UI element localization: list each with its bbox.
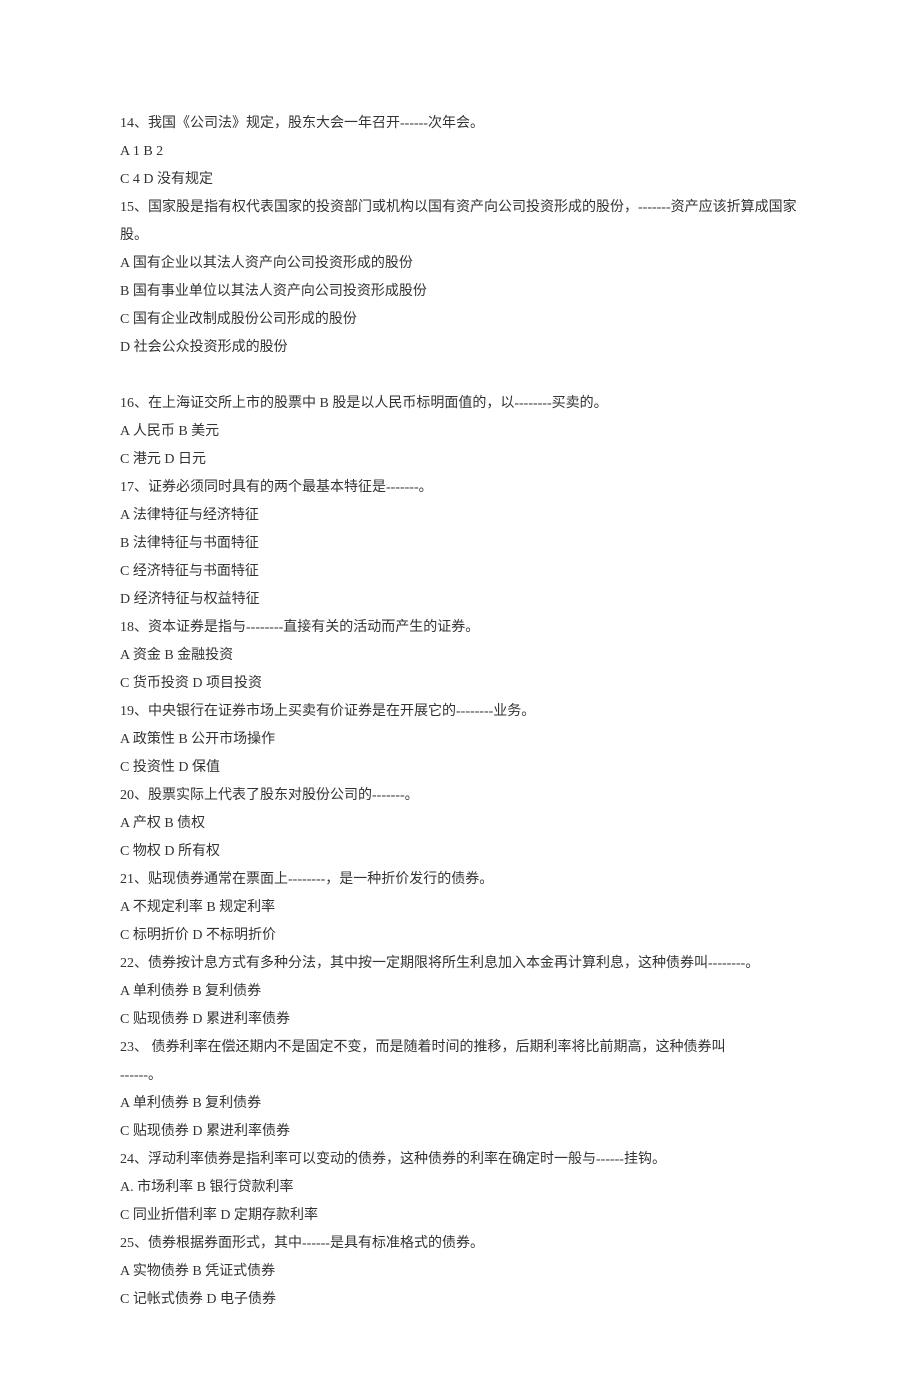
question-15: 15、国家股是指有权代表国家的投资部门或机构以国有资产向公司投资形成的股份，--… <box>120 194 800 362</box>
document-body: 14、我国《公司法》规定，股东大会一年召开------次年会。A 1 B 2C … <box>120 110 800 1314</box>
option-line: C 国有企业改制成股份公司形成的股份 <box>120 306 800 334</box>
option-line: C 货币投资 D 项目投资 <box>120 670 800 698</box>
question-19: 19、中央银行在证券市场上买卖有价证券是在开展它的--------业务。A 政策… <box>120 698 800 782</box>
question-21: 21、贴现债券通常在票面上--------，是一种折价发行的债券。A 不规定利率… <box>120 866 800 950</box>
question-25: 25、债券根据券面形式，其中------是具有标准格式的债券。A 实物债券 B … <box>120 1230 800 1314</box>
question-22: 22、债券按计息方式有多种分法，其中按一定期限将所生利息加入本金再计算利息，这种… <box>120 950 800 1034</box>
option-line: C 贴现债券 D 累进利率债券 <box>120 1006 800 1034</box>
question-16: 16、在上海证交所上市的股票中 B 股是以人民币标明面值的，以--------买… <box>120 390 800 474</box>
question-text: 14、我国《公司法》规定，股东大会一年召开------次年会。 <box>120 110 800 138</box>
question-text: 17、证券必须同时具有的两个最基本特征是-------。 <box>120 474 800 502</box>
blank-line <box>120 362 800 390</box>
option-line: ------。 <box>120 1062 800 1090</box>
question-23: 23、 债券利率在偿还期内不是固定不变，而是随着时间的推移，后期利率将比前期高，… <box>120 1034 800 1146</box>
option-line: A 资金 B 金融投资 <box>120 642 800 670</box>
option-line: A 实物债券 B 凭证式债券 <box>120 1258 800 1286</box>
question-text: 16、在上海证交所上市的股票中 B 股是以人民币标明面值的，以--------买… <box>120 390 800 418</box>
option-line: A 单利债券 B 复利债券 <box>120 1090 800 1118</box>
question-14: 14、我国《公司法》规定，股东大会一年召开------次年会。A 1 B 2C … <box>120 110 800 194</box>
option-line: A 产权 B 债权 <box>120 810 800 838</box>
option-line: B 法律特征与书面特征 <box>120 530 800 558</box>
question-text: 19、中央银行在证券市场上买卖有价证券是在开展它的--------业务。 <box>120 698 800 726</box>
option-line: C 同业折借利率 D 定期存款利率 <box>120 1202 800 1230</box>
option-line: B 国有事业单位以其法人资产向公司投资形成股份 <box>120 278 800 306</box>
option-line: A 政策性 B 公开市场操作 <box>120 726 800 754</box>
question-text: 21、贴现债券通常在票面上--------，是一种折价发行的债券。 <box>120 866 800 894</box>
question-text: 15、国家股是指有权代表国家的投资部门或机构以国有资产向公司投资形成的股份，--… <box>120 194 800 250</box>
question-18: 18、资本证券是指与--------直接有关的活动而产生的证券。A 资金 B 金… <box>120 614 800 698</box>
question-text: 24、浮动利率债券是指利率可以变动的债券，这种债券的利率在确定时一般与-----… <box>120 1146 800 1174</box>
option-line: C 港元 D 日元 <box>120 446 800 474</box>
option-line: A 不规定利率 B 规定利率 <box>120 894 800 922</box>
question-20: 20、股票实际上代表了股东对股份公司的-------。A 产权 B 债权C 物权… <box>120 782 800 866</box>
question-text: 25、债券根据券面形式，其中------是具有标准格式的债券。 <box>120 1230 800 1258</box>
question-24: 24、浮动利率债券是指利率可以变动的债券，这种债券的利率在确定时一般与-----… <box>120 1146 800 1230</box>
option-line: A 1 B 2 <box>120 138 800 166</box>
option-line: A 人民币 B 美元 <box>120 418 800 446</box>
option-line: A 法律特征与经济特征 <box>120 502 800 530</box>
option-line: C 标明折价 D 不标明折价 <box>120 922 800 950</box>
question-text: 22、债券按计息方式有多种分法，其中按一定期限将所生利息加入本金再计算利息，这种… <box>120 950 800 978</box>
question-text: 18、资本证券是指与--------直接有关的活动而产生的证券。 <box>120 614 800 642</box>
option-line: C 投资性 D 保值 <box>120 754 800 782</box>
option-line: C 经济特征与书面特征 <box>120 558 800 586</box>
question-text: 23、 债券利率在偿还期内不是固定不变，而是随着时间的推移，后期利率将比前期高，… <box>120 1034 800 1062</box>
option-line: D 社会公众投资形成的股份 <box>120 334 800 362</box>
option-line: C 贴现债券 D 累进利率债券 <box>120 1118 800 1146</box>
question-17: 17、证券必须同时具有的两个最基本特征是-------。A 法律特征与经济特征B… <box>120 474 800 614</box>
option-line: C 记帐式债券 D 电子债券 <box>120 1286 800 1314</box>
question-text: 20、股票实际上代表了股东对股份公司的-------。 <box>120 782 800 810</box>
option-line: A 单利债券 B 复利债券 <box>120 978 800 1006</box>
option-line: A 国有企业以其法人资产向公司投资形成的股份 <box>120 250 800 278</box>
option-line: A. 市场利率 B 银行贷款利率 <box>120 1174 800 1202</box>
option-line: C 4 D 没有规定 <box>120 166 800 194</box>
option-line: D 经济特征与权益特征 <box>120 586 800 614</box>
option-line: C 物权 D 所有权 <box>120 838 800 866</box>
